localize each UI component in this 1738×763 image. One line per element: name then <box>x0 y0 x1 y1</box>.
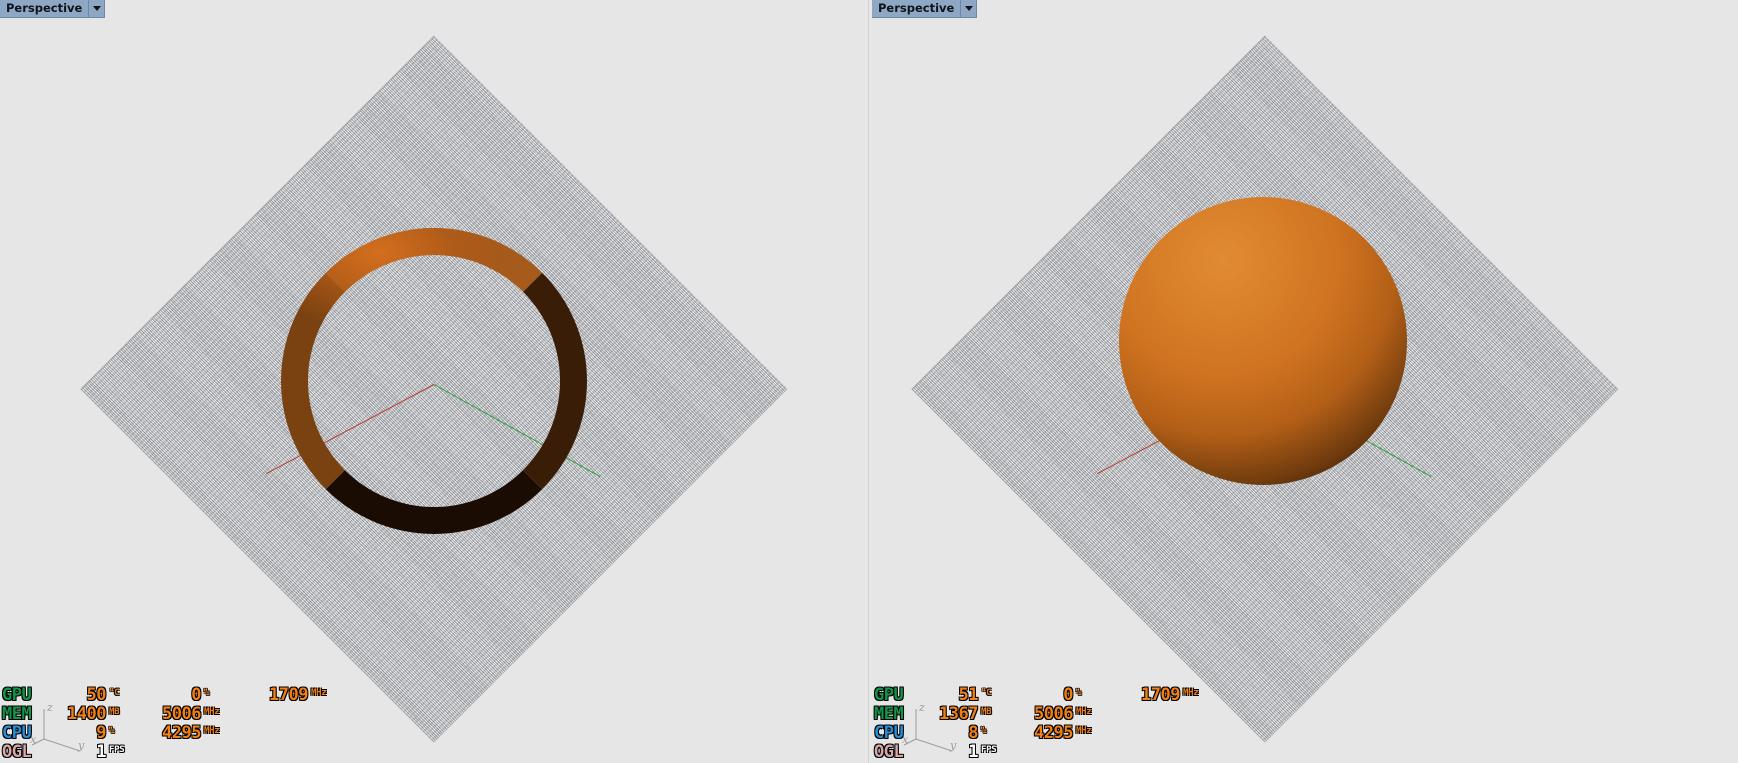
torus-object[interactable] <box>281 228 587 534</box>
chevron-down-icon[interactable] <box>88 0 105 17</box>
scene-left[interactable] <box>0 0 866 763</box>
viewport-left[interactable]: Perspective z y x GPU 50 °C 0 % 1709 MHz <box>0 0 866 763</box>
view-mode-selector[interactable]: Perspective <box>0 0 106 18</box>
view-mode-label: Perspective <box>878 1 955 15</box>
chevron-down-icon[interactable] <box>960 0 977 17</box>
scene-right[interactable] <box>872 0 1738 763</box>
app-root: Perspective z y x GPU 50 °C 0 % 1709 MHz <box>0 0 1738 763</box>
viewport-right[interactable]: Perspective z y x GPU 51 °C 0 % 1709 MHz <box>872 0 1738 763</box>
view-mode-label: Perspective <box>6 1 83 15</box>
sphere-object[interactable] <box>1119 197 1407 485</box>
view-mode-selector[interactable]: Perspective <box>872 0 978 18</box>
splitter-line <box>868 0 869 763</box>
